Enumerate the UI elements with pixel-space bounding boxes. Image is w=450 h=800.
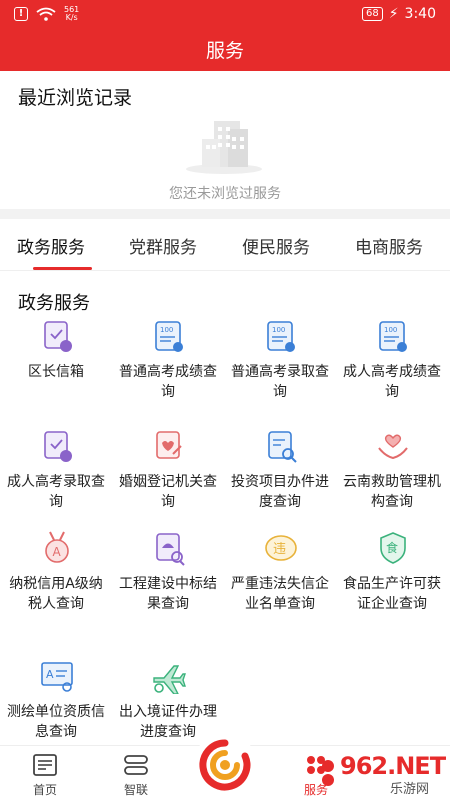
service-item[interactable]: 成人高考录取查询 (0, 428, 112, 528)
service-item[interactable]: 食 食品生产许可获证企业查询 (336, 530, 448, 640)
category-tabs: 政务服务 党群服务 便民服务 电商服务 (0, 219, 450, 271)
admission-check-icon (44, 431, 72, 462)
service-item[interactable]: 100 成人高考成绩查询 (336, 318, 448, 418)
svg-text:食: 食 (386, 540, 398, 555)
service-item[interactable]: A 测绘单位资质信息查询 (0, 658, 112, 748)
nav-home[interactable]: 首页 (15, 746, 75, 800)
svg-text:100: 100 (160, 326, 173, 334)
service-item[interactable]: 100 普通高考录取查询 (224, 318, 336, 418)
rescue-hands-icon (378, 434, 408, 460)
tab-ecommerce-services[interactable]: 电商服务 (355, 233, 423, 258)
service-label: 普通高考成绩查询 (119, 364, 217, 400)
recent-title: 最近浏览记录 (18, 87, 133, 109)
svg-text:A: A (46, 668, 54, 681)
investment-search-icon (268, 431, 297, 463)
network-speed: 561 K/s (64, 5, 80, 22)
service-item[interactable]: 工程建设中标结果查询 (112, 530, 224, 640)
marriage-icon (156, 431, 182, 459)
service-label: 普通高考录取查询 (231, 364, 329, 400)
app-logo-button[interactable] (193, 733, 257, 797)
service-item[interactable]: 区长信箱 (0, 318, 112, 418)
tab-party-services[interactable]: 党群服务 (129, 233, 197, 258)
nav-zhilian[interactable]: 智联 (106, 746, 166, 800)
empty-state-text: 您还未浏览过服务 (169, 186, 281, 202)
app-logo-icon (199, 739, 251, 791)
service-label: 纳税信用A级纳税人查询 (9, 576, 103, 612)
svg-text:100: 100 (272, 326, 285, 334)
service-label: 成人高考录取查询 (7, 474, 105, 510)
svg-text:100: 100 (384, 326, 397, 334)
service-label: 投资项目办件进度查询 (231, 474, 329, 510)
service-item[interactable]: 云南救助管理机构查询 (336, 428, 448, 528)
service-label: 婚姻登记机关查询 (119, 474, 217, 510)
watermark: 962.NET 乐游网 (318, 750, 446, 797)
service-item[interactable]: 100 普通高考成绩查询 (112, 318, 224, 418)
battery-indicator: 68 (361, 7, 383, 21)
service-label: 区长信箱 (28, 364, 84, 380)
surveying-icon: A (41, 662, 73, 692)
tab-convenience-services[interactable]: 便民服务 (242, 233, 310, 258)
airplane-icon (153, 665, 186, 694)
svg-text:违: 违 (273, 542, 286, 557)
top-bar: ! 561 K/s 68 ⚡ 3:40 服务 (0, 0, 450, 71)
watermark-subtext: 乐游网 (390, 782, 430, 797)
service-label: 工程建设中标结果查询 (119, 576, 217, 612)
tax-medal-icon: A (45, 531, 69, 563)
service-label: 成人高考成绩查询 (343, 364, 441, 400)
active-tab-indicator (33, 267, 92, 270)
service-item[interactable]: 投资项目办件进度查询 (224, 428, 336, 528)
score-report-icon: 100 (155, 321, 183, 352)
news-icon (33, 754, 57, 776)
service-item[interactable]: A 纳税信用A级纳税人查询 (0, 530, 112, 640)
construction-bid-icon (156, 533, 185, 566)
nav-label: 智联 (123, 783, 148, 797)
svg-text:A: A (53, 545, 62, 559)
nav-label: 首页 (32, 783, 57, 797)
adult-exam-icon: 100 (379, 321, 407, 352)
tab-government-services[interactable]: 政务服务 (17, 233, 85, 258)
alert-icon: ! (14, 7, 28, 21)
empty-building-icon (186, 121, 262, 174)
watermark-text: 962.NET (340, 752, 446, 780)
service-label: 食品生产许可获证企业查询 (343, 576, 441, 612)
charging-icon: ⚡ (388, 6, 399, 22)
food-license-icon: 食 (380, 532, 406, 564)
link-icon (124, 755, 148, 775)
page-title: 服务 (205, 40, 244, 62)
service-label: 云南救助管理机构查询 (343, 474, 441, 510)
status-bar: ! 561 K/s 68 ⚡ 3:40 (0, 0, 450, 28)
service-item[interactable]: 违 严重违法失信企业名单查询 (224, 530, 336, 640)
service-item[interactable]: 婚姻登记机关查询 (112, 428, 224, 528)
recent-section: 最近浏览记录 您还未浏览过服务 (0, 71, 450, 209)
service-label: 严重违法失信企业名单查询 (231, 576, 329, 612)
wifi-icon (36, 7, 56, 21)
section-title: 政务服务 (18, 293, 90, 314)
clock: 3:40 (404, 6, 436, 22)
admission-report-icon: 100 (267, 321, 295, 352)
service-label: 测绘单位资质信息查询 (7, 704, 105, 740)
violation-badge-icon: 违 (265, 535, 297, 561)
section-divider (0, 209, 450, 219)
mailbox-icon (44, 321, 72, 352)
